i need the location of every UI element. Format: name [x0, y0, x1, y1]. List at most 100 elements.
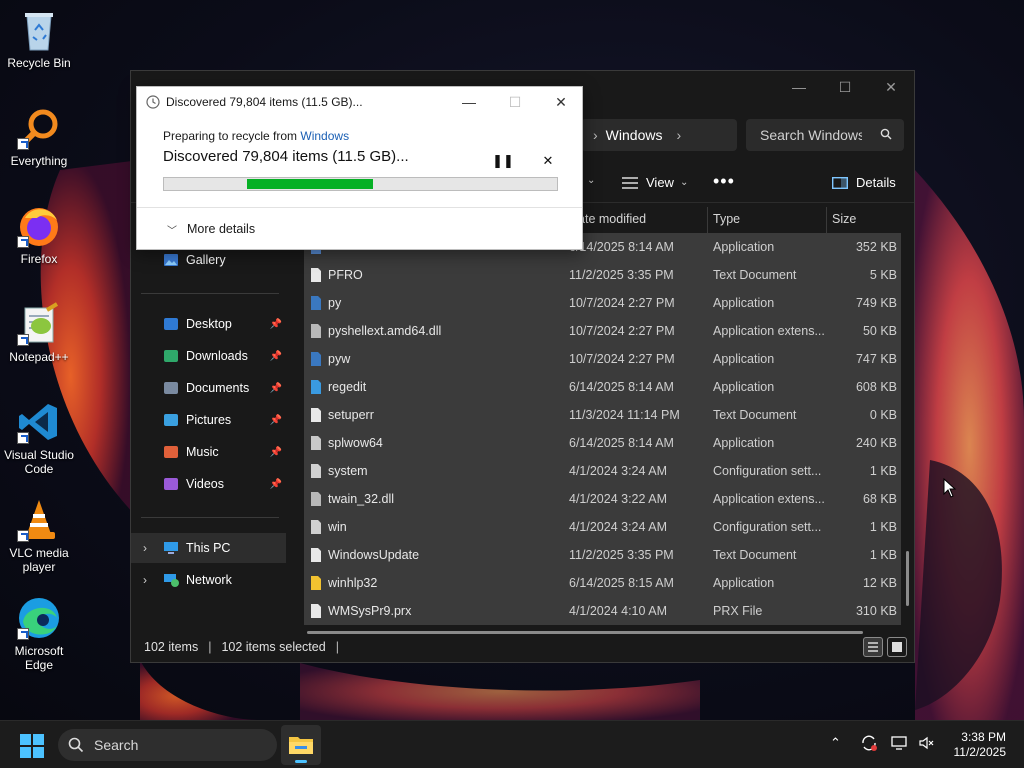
- column-header-label: Type: [713, 212, 741, 226]
- taskbar-file-explorer[interactable]: [281, 725, 321, 765]
- nav-label: This PC: [186, 541, 231, 555]
- dialog-minimize-button[interactable]: —: [446, 87, 492, 117]
- chevron-right-icon[interactable]: ›: [676, 127, 681, 143]
- details-view-toggle[interactable]: [863, 637, 883, 657]
- file-row[interactable]: WindowsUpdate 11/2/2025 3:35 PM Text Docum…: [304, 541, 901, 569]
- maximize-button[interactable]: ☐: [822, 71, 868, 103]
- file-row[interactable]: winhlp32 6/14/2025 8:15 AM Application 12 K…: [304, 569, 901, 597]
- file-row[interactable]: setuperr 11/3/2024 11:14 PM Text Document 0…: [304, 401, 901, 429]
- vscode-icon: [17, 400, 61, 444]
- breadcrumb-current[interactable]: Windows: [606, 127, 663, 143]
- pause-icon: ❚❚: [492, 153, 514, 168]
- more-options-button[interactable]: •••: [713, 171, 735, 192]
- more-details-toggle[interactable]: ﹀ More details: [137, 207, 582, 250]
- config-file-icon: [311, 464, 321, 478]
- nav-item-desktop[interactable]: Desktop 📌: [131, 309, 286, 339]
- minimize-button[interactable]: —: [776, 71, 822, 103]
- file-row[interactable]: PFRO 11/2/2025 3:35 PM Text Document 5 KB: [304, 261, 901, 289]
- column-header-type[interactable]: Type: [713, 207, 740, 231]
- column-header-size[interactable]: Size: [832, 207, 856, 231]
- pin-icon[interactable]: 📌: [270, 383, 282, 394]
- text-doc-icon: [311, 408, 321, 422]
- pin-icon[interactable]: 📌: [270, 447, 282, 458]
- nav-label: Pictures: [186, 413, 232, 427]
- desktop-icon-recycle-bin[interactable]: Recycle Bin: [0, 8, 78, 70]
- file-row[interactable]: regedit 6/14/2025 8:14 AM Application 608 K…: [304, 373, 901, 401]
- file-type: Application: [713, 380, 775, 394]
- show-hidden-icons-button[interactable]: ⌃: [830, 735, 841, 751]
- file-row[interactable]: splwow64 6/14/2025 8:14 AM Application 240 …: [304, 429, 901, 457]
- sync-status-icon[interactable]: [860, 734, 878, 755]
- search-icon: [68, 737, 84, 753]
- help-icon: [311, 576, 321, 590]
- chevron-right-icon: ›: [593, 127, 598, 143]
- file-size: 747 KB: [855, 352, 897, 366]
- file-row[interactable]: system 4/1/2024 3:24 AM Configuration sett…: [304, 457, 901, 485]
- file-row[interactable]: py 10/7/2024 2:27 PM Application 749 KB: [304, 289, 901, 317]
- nav-item-network[interactable]: › Network: [131, 565, 286, 595]
- more-details-label: More details: [187, 222, 256, 236]
- large-icons-view-toggle[interactable]: [887, 637, 907, 657]
- pin-icon[interactable]: 📌: [270, 415, 282, 426]
- desktop-icon-notepadpp[interactable]: Notepad++: [0, 302, 78, 364]
- close-button[interactable]: ✕: [868, 71, 914, 103]
- pin-icon[interactable]: 📌: [270, 479, 282, 490]
- dialog-title: Discovered 79,804 items (11.5 GB)...: [166, 95, 363, 109]
- desktop-icon: [164, 318, 178, 330]
- source-folder-link[interactable]: Windows: [300, 129, 349, 143]
- taskbar: Search ⌃ 3:38 PM 11/2/2025: [0, 720, 1024, 768]
- chevron-down-icon: ﹀: [167, 225, 177, 237]
- folder-icon: [289, 737, 313, 754]
- network-status-icon[interactable]: [891, 734, 909, 755]
- pause-button[interactable]: ❚❚: [492, 151, 514, 171]
- desktop-icon-firefox[interactable]: Firefox: [0, 204, 78, 266]
- column-divider[interactable]: [826, 207, 827, 233]
- taskbar-search-box[interactable]: Search: [58, 729, 277, 761]
- nav-item-downloads[interactable]: Downloads 📌: [131, 341, 286, 371]
- column-header-label: Size: [832, 212, 857, 226]
- cancel-icon: ✕: [542, 153, 554, 168]
- search-input[interactable]: Search Windows: [746, 119, 904, 151]
- start-button[interactable]: [20, 734, 44, 758]
- file-date: 4/1/2024 3:24 AM: [569, 520, 667, 534]
- details-pane-button[interactable]: Details: [832, 175, 896, 190]
- regedit-icon: [311, 380, 321, 394]
- file-date: 6/14/2025 8:14 AM: [569, 380, 674, 394]
- file-name: PFRO: [328, 268, 363, 282]
- cancel-button[interactable]: ✕: [538, 151, 558, 171]
- nav-item-videos[interactable]: Videos 📌: [131, 469, 286, 499]
- file-row[interactable]: pyw 10/7/2024 2:27 PM Application 747 KB: [304, 345, 901, 373]
- file-row[interactable]: win 4/1/2024 3:24 AM Configuration sett...…: [304, 513, 901, 541]
- nav-item-this-pc[interactable]: › This PC: [131, 533, 286, 563]
- view-button[interactable]: View ⌄: [622, 175, 688, 190]
- desktop-icon-edge[interactable]: Microsoft Edge: [0, 596, 78, 672]
- dialog-close-button[interactable]: ✕: [538, 87, 584, 117]
- file-row[interactable]: pyshellext.amd64.dll 10/7/2024 2:27 PM App…: [304, 317, 901, 345]
- file-date: 10/7/2024 2:27 PM: [569, 352, 675, 366]
- chevron-right-icon[interactable]: ›: [143, 541, 147, 555]
- address-bar[interactable]: › Windows ›: [581, 119, 737, 151]
- pin-icon[interactable]: 📌: [270, 351, 282, 362]
- chevron-right-icon[interactable]: ›: [143, 573, 147, 587]
- vertical-scrollbar[interactable]: [906, 551, 909, 606]
- system-clock[interactable]: 3:38 PM 11/2/2025: [954, 730, 1007, 760]
- file-size: 1 KB: [869, 520, 897, 534]
- desktop-icon-vlc[interactable]: VLC media player: [0, 498, 78, 574]
- chevron-down-icon: ⌄: [679, 177, 689, 188]
- file-row[interactable]: twain_32.dll 4/1/2024 3:22 AM Application …: [304, 485, 901, 513]
- status-divider: |: [208, 640, 212, 654]
- sort-dropdown-chevron[interactable]: ⌄: [587, 175, 595, 186]
- desktop-icon-vscode[interactable]: Visual Studio Code: [0, 400, 78, 476]
- volume-muted-icon[interactable]: [918, 734, 936, 755]
- file-row[interactable]: WMSysPr9.prx 4/1/2024 4:10 AM PRX File 310 …: [304, 597, 901, 625]
- column-divider[interactable]: [707, 207, 708, 233]
- nav-item-music[interactable]: Music 📌: [131, 437, 286, 467]
- desktop-icon-everything[interactable]: Everything: [0, 106, 78, 168]
- nav-label: Videos: [186, 477, 224, 491]
- details-pane-icon: [832, 176, 848, 189]
- file-date: 4/1/2024 3:22 AM: [569, 492, 667, 506]
- nav-item-pictures[interactable]: Pictures 📌: [131, 405, 286, 435]
- nav-divider: [141, 293, 279, 294]
- nav-item-documents[interactable]: Documents 📌: [131, 373, 286, 403]
- pin-icon[interactable]: 📌: [270, 319, 282, 330]
